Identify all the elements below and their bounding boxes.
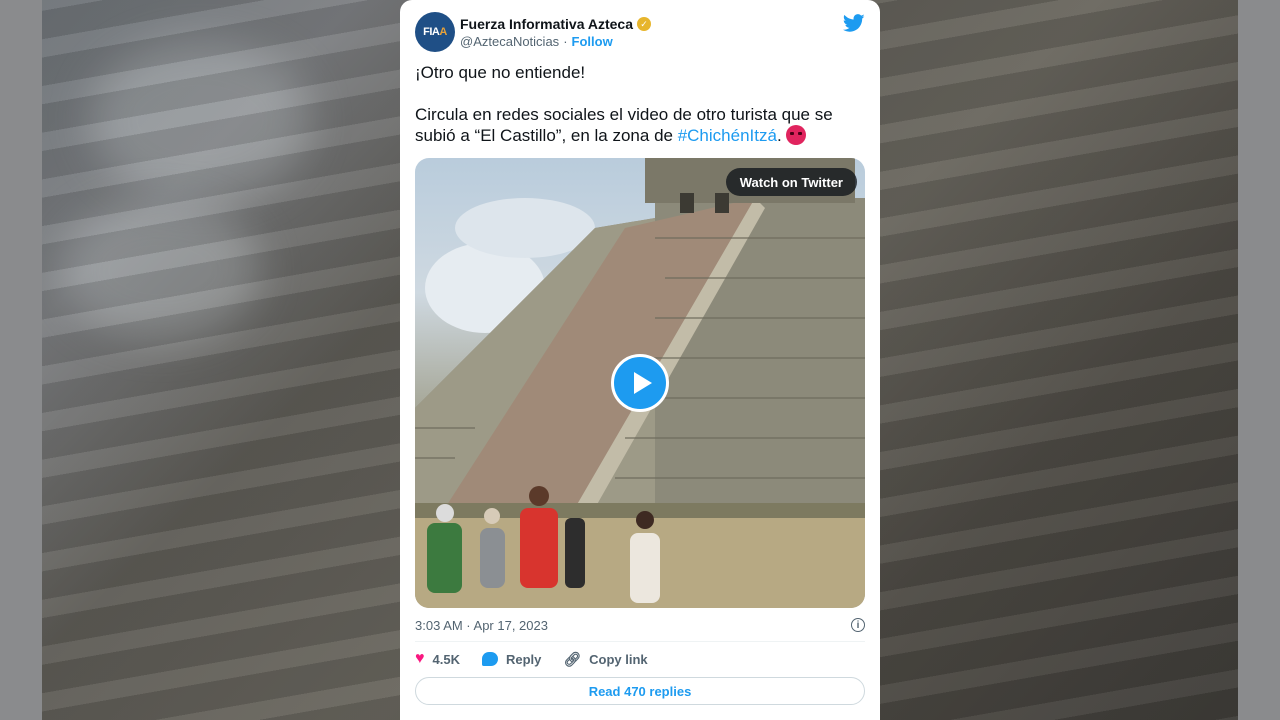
copy-link-label: Copy link xyxy=(589,651,648,667)
divider xyxy=(415,641,865,642)
avatar[interactable]: FIA A xyxy=(415,12,455,52)
play-icon xyxy=(633,372,652,394)
hashtag-link[interactable]: #ChichénItzá xyxy=(678,126,777,145)
angry-face-icon xyxy=(786,125,807,145)
watch-on-twitter-button[interactable]: Watch on Twitter xyxy=(725,168,857,196)
reply-button[interactable]: Reply xyxy=(481,651,542,667)
tweet-actions: ♥ 4.5K Reply 🔗︎ Copy link xyxy=(415,648,670,670)
read-replies-button[interactable]: Read 470 replies xyxy=(415,677,865,705)
tweet-meta: 3:03 AM · Apr 17, 2023 i xyxy=(415,615,865,635)
tweet-card: FIA A Fuerza Informativa Azteca ✓ @Azteca… xyxy=(400,0,880,720)
tweet-line-2: Circula en redes sociales el video de ot… xyxy=(415,105,833,145)
tweet-header: FIA A Fuerza Informativa Azteca ✓ @Azteca… xyxy=(415,10,865,54)
tweet-line-1: ¡Otro que no entiende! xyxy=(415,63,586,82)
like-button[interactable]: ♥ 4.5K xyxy=(415,650,460,668)
verified-badge-icon: ✓ xyxy=(636,17,651,31)
twitter-bird-icon[interactable] xyxy=(843,12,865,34)
reply-bubble-icon xyxy=(481,652,498,666)
separator: · xyxy=(563,34,568,49)
video-thumbnail[interactable]: Watch on Twitter xyxy=(415,158,865,608)
like-count: 4.5K xyxy=(432,651,460,667)
play-button[interactable] xyxy=(611,354,669,412)
reply-label: Reply xyxy=(505,651,542,667)
link-icon: 🔗︎ xyxy=(563,650,582,667)
heart-icon: ♥ xyxy=(415,650,425,667)
account-name[interactable]: Fuerza Informativa Azteca xyxy=(460,16,633,32)
follow-button[interactable]: Follow xyxy=(572,34,613,49)
copy-link-button[interactable]: 🔗︎ Copy link xyxy=(563,651,647,668)
timestamp[interactable]: 3:03 AM · Apr 17, 2023 xyxy=(415,618,548,633)
tweet-text: ¡Otro que no entiende! Circula en redes … xyxy=(415,62,865,146)
info-icon[interactable]: i xyxy=(851,618,865,632)
account-handle[interactable]: @AztecaNoticias xyxy=(460,34,559,49)
